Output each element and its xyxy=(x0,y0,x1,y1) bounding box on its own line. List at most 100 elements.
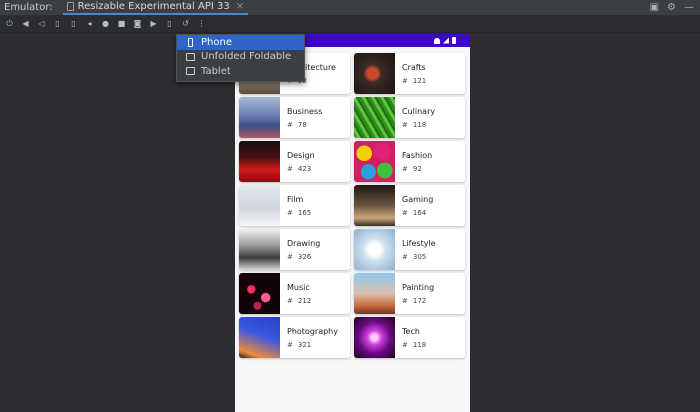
category-card[interactable]: Business #78 xyxy=(239,97,350,138)
category-count: #164 xyxy=(402,209,427,217)
category-count: #172 xyxy=(402,297,427,305)
category-thumbnail xyxy=(239,97,280,138)
category-name: Tech xyxy=(402,327,420,336)
category-card[interactable]: Crafts #121 xyxy=(354,53,465,94)
tablet-icon xyxy=(186,67,195,76)
category-name: Design xyxy=(287,151,315,160)
category-card[interactable]: Tech #118 xyxy=(354,317,465,358)
category-name: Film xyxy=(287,195,304,204)
category-name: Business xyxy=(287,107,323,116)
category-count: #92 xyxy=(402,165,422,173)
category-name: Crafts xyxy=(402,63,426,72)
settings-gear-icon[interactable]: ⚙ xyxy=(667,2,676,13)
category-count: #118 xyxy=(402,341,427,349)
device-icon xyxy=(66,2,74,11)
category-count: #305 xyxy=(402,253,427,261)
category-card[interactable]: Lifestyle #305 xyxy=(354,229,465,270)
category-name: Painting xyxy=(402,283,435,292)
category-thumbnail xyxy=(354,141,395,182)
category-card[interactable]: Music #212 xyxy=(239,273,350,314)
emulator-toolbar: ⏻ ◀ ◁ ▯ ▯ ◂ ● ■ ◙ ▶ ▯ ↺ ⋮ xyxy=(0,15,700,33)
volume-up-icon[interactable]: ◀ xyxy=(21,19,30,28)
hash-icon: # xyxy=(287,121,293,129)
category-thumbnail xyxy=(354,273,395,314)
category-thumbnail xyxy=(354,97,395,138)
menu-item-label: Phone xyxy=(201,36,232,48)
hash-icon: # xyxy=(402,209,408,217)
hash-icon: # xyxy=(287,297,293,305)
power-icon[interactable]: ⏻ xyxy=(5,19,14,28)
category-name: Drawing xyxy=(287,239,321,248)
volume-down-icon[interactable]: ◁ xyxy=(37,19,46,28)
category-name: Music xyxy=(287,283,310,292)
category-card[interactable]: Culinary #118 xyxy=(354,97,465,138)
menu-item-label: Tablet xyxy=(201,65,231,77)
category-card[interactable]: Gaming #164 xyxy=(354,185,465,226)
hash-icon: # xyxy=(287,253,293,261)
category-thumbnail xyxy=(354,229,395,270)
minimize-icon[interactable]: — xyxy=(684,2,694,13)
window-layout-icon[interactable]: ▣ xyxy=(650,2,659,13)
category-card[interactable]: Photography #321 xyxy=(239,317,350,358)
camera-icon[interactable]: ◙ xyxy=(133,19,142,28)
hash-icon: # xyxy=(402,165,408,173)
hash-icon: # xyxy=(402,77,408,85)
category-thumbnail xyxy=(239,317,280,358)
device-tab[interactable]: Resizable Experimental API 33 × xyxy=(62,0,249,15)
back-icon[interactable]: ◂ xyxy=(85,19,94,28)
device-tab-title: Resizable Experimental API 33 xyxy=(77,1,230,12)
hash-icon: # xyxy=(402,253,408,261)
overview-icon[interactable]: ■ xyxy=(117,19,126,28)
category-card[interactable]: Film #165 xyxy=(239,185,350,226)
emulator-label: Emulator: xyxy=(4,2,53,13)
hash-icon: # xyxy=(287,165,293,173)
foldable-icon xyxy=(186,52,195,61)
signal-icon xyxy=(443,37,449,44)
rotate-left-icon[interactable]: ▯ xyxy=(53,19,62,28)
menu-item-unfolded-foldable[interactable]: Unfolded Foldable xyxy=(177,50,304,65)
category-thumbnail xyxy=(354,317,395,358)
home-icon[interactable]: ● xyxy=(101,19,110,28)
category-count: #78 xyxy=(287,121,307,129)
category-thumbnail xyxy=(354,53,395,94)
wifi-icon xyxy=(434,37,440,44)
category-count: #121 xyxy=(402,77,427,85)
category-count: #321 xyxy=(287,341,312,349)
category-count: #423 xyxy=(287,165,312,173)
category-count: #165 xyxy=(287,209,312,217)
hash-icon: # xyxy=(402,121,408,129)
category-count: #212 xyxy=(287,297,312,305)
category-thumbnail xyxy=(239,185,280,226)
category-count: #118 xyxy=(402,121,427,129)
category-thumbnail xyxy=(239,273,280,314)
category-card[interactable]: Painting #172 xyxy=(354,273,465,314)
device-type-menu: Phone Unfolded Foldable Tablet xyxy=(176,34,305,82)
fold-icon[interactable]: ▯ xyxy=(165,19,174,28)
more-icon[interactable]: ⋮ xyxy=(197,19,206,28)
category-thumbnail xyxy=(239,229,280,270)
category-name: Lifestyle xyxy=(402,239,436,248)
hash-icon: # xyxy=(402,297,408,305)
rotate-right-icon[interactable]: ▯ xyxy=(69,19,78,28)
menu-item-label: Unfolded Foldable xyxy=(201,51,292,63)
category-card[interactable]: Fashion #92 xyxy=(354,141,465,182)
battery-icon xyxy=(452,37,456,44)
category-count: #326 xyxy=(287,253,312,261)
hash-icon: # xyxy=(287,209,293,217)
category-thumbnail xyxy=(354,185,395,226)
menu-item-phone[interactable]: Phone xyxy=(177,35,304,50)
category-card[interactable]: Design #423 xyxy=(239,141,350,182)
hash-icon: # xyxy=(287,341,293,349)
phone-screen: Architecture #58 Crafts #121 Business #7… xyxy=(235,34,470,412)
menu-item-tablet[interactable]: Tablet xyxy=(177,64,304,79)
hash-icon: # xyxy=(402,341,408,349)
category-card[interactable]: Drawing #326 xyxy=(239,229,350,270)
category-name: Culinary xyxy=(402,107,436,116)
category-name: Gaming xyxy=(402,195,434,204)
category-name: Fashion xyxy=(402,151,433,160)
reset-icon[interactable]: ↺ xyxy=(181,19,190,28)
phone-icon xyxy=(188,37,193,47)
record-icon[interactable]: ▶ xyxy=(149,19,158,28)
emulator-titlebar: Emulator: Resizable Experimental API 33 … xyxy=(0,0,700,15)
close-tab-icon[interactable]: × xyxy=(236,1,244,12)
